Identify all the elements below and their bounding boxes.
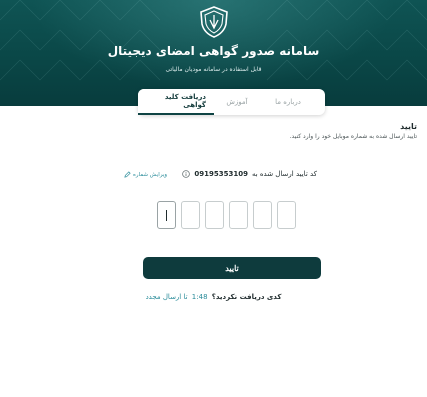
- edit-phone-link[interactable]: ویرایش شماره: [124, 171, 167, 178]
- otp-digit-input[interactable]: [181, 201, 200, 229]
- info-icon: [182, 170, 191, 178]
- section-description: تایید ارسال شده به شماره موبایل خود را و…: [289, 133, 417, 140]
- confirm-button[interactable]: تایید: [143, 257, 321, 279]
- otp-input-group: [157, 201, 296, 229]
- text-caret: [166, 209, 167, 221]
- section-title: تایید: [400, 122, 417, 131]
- otp-digit-input[interactable]: [205, 201, 224, 229]
- otp-digit-input[interactable]: [157, 201, 176, 229]
- logo-icon: [200, 6, 228, 38]
- phone-number: 09195353109: [194, 170, 248, 178]
- page-title: سامانه صدور گواهی امضای دیجیتال: [107, 44, 320, 58]
- resend-timer: 1:48: [191, 293, 208, 301]
- page-subtitle: قابل استفاده در سامانه مودیان مالیاتی: [165, 66, 262, 73]
- edit-icon: [124, 171, 131, 178]
- resend-link[interactable]: تا ارسال مجدد: [146, 293, 188, 301]
- resend-row: کدی دریافت نکردید؟ 1:48 تا ارسال مجدد: [0, 293, 427, 301]
- otp-digit-input[interactable]: [229, 201, 248, 229]
- otp-digit-input[interactable]: [277, 201, 296, 229]
- otp-digit-input[interactable]: [253, 201, 272, 229]
- phone-info-row: کد تایید ارسال شده به 09195353109: [182, 170, 317, 178]
- tab-about-us[interactable]: درباره ما: [260, 89, 316, 115]
- phone-label: کد تایید ارسال شده به: [251, 170, 317, 178]
- tab-get-certificate-key[interactable]: دریافت کلید گواهی: [138, 89, 214, 115]
- edit-phone-label: ویرایش شماره: [133, 171, 168, 178]
- tab-tutorial[interactable]: آموزش: [214, 89, 260, 115]
- resend-question: کدی دریافت نکردید؟: [211, 293, 282, 301]
- tab-bar: دریافت کلید گواهی آموزش درباره ما: [138, 89, 325, 115]
